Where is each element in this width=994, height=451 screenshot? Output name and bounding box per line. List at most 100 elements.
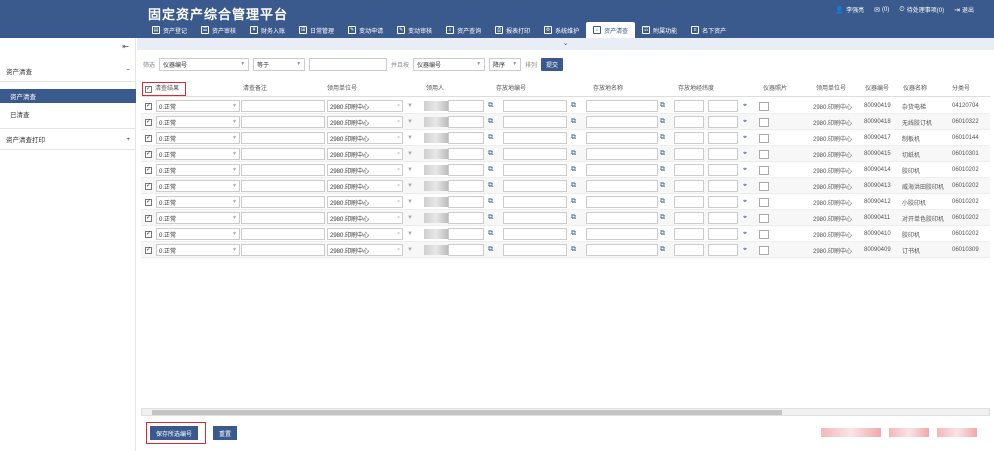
lookup-icon[interactable]: ⧉	[571, 148, 576, 160]
lookup-icon[interactable]: ⧉	[488, 116, 493, 128]
clear-icon[interactable]: ×	[397, 119, 400, 125]
clear-icon[interactable]: ×	[397, 167, 400, 173]
clear-icon[interactable]: ×	[397, 103, 400, 109]
user-input[interactable]	[448, 100, 484, 112]
clear-icon[interactable]: ×	[397, 247, 400, 253]
result-select[interactable]: 0.正常 ▼	[156, 212, 240, 224]
nav-tab-extra[interactable]: ☷ 附属功能	[635, 22, 684, 38]
unit-select[interactable]: 2980.印刷中心 ×	[327, 132, 403, 144]
reset-button[interactable]: 重置	[213, 426, 238, 440]
nav-tab-finance[interactable]: ¥ 财务入账	[243, 22, 292, 38]
location-code-input[interactable]	[503, 244, 567, 256]
unit-select[interactable]: 2980.印刷中心 ×	[327, 148, 403, 160]
lookup-icon[interactable]: ⧉	[571, 164, 576, 176]
clear-icon[interactable]: ×	[397, 183, 400, 189]
lookup-icon[interactable]: ⧉	[488, 132, 493, 144]
lookup-icon[interactable]: ⧉	[660, 196, 665, 208]
lookup-icon[interactable]: ⧉	[488, 148, 493, 160]
nav-tab-system[interactable]: ⚙ 系统维护	[537, 22, 586, 38]
latitude-input[interactable]	[708, 100, 738, 112]
lookup-icon[interactable]: ⧉	[488, 180, 493, 192]
row-checkbox[interactable]: ✓	[145, 246, 152, 254]
location-code-input[interactable]	[503, 116, 567, 128]
longitude-input[interactable]	[674, 228, 704, 240]
column-header[interactable]: 存放地经纬度	[678, 82, 714, 97]
column-header[interactable]: 仪器照片	[763, 82, 787, 97]
longitude-input[interactable]	[674, 116, 704, 128]
remark-input[interactable]	[241, 212, 325, 224]
remark-input[interactable]	[241, 100, 325, 112]
user-bar-item[interactable]: ⏲ 待处理事项(0)	[899, 5, 944, 15]
longitude-input[interactable]	[674, 180, 704, 192]
latitude-input[interactable]	[708, 244, 738, 256]
photo-placeholder-icon[interactable]	[759, 101, 769, 111]
row-checkbox[interactable]: ✓	[145, 134, 152, 142]
scrollbar-thumb[interactable]	[152, 410, 782, 415]
user-input[interactable]	[448, 180, 484, 192]
column-header[interactable]: 清查备注	[243, 82, 267, 97]
lookup-icon[interactable]: ⧉	[571, 212, 576, 224]
chevron-down-icon[interactable]: ▼	[407, 244, 413, 256]
column-header[interactable]: 存放地名称	[593, 82, 623, 97]
user-input[interactable]	[448, 196, 484, 208]
lookup-icon[interactable]: ⧉	[660, 228, 665, 240]
location-name-input[interactable]	[586, 148, 658, 160]
user-input[interactable]	[448, 132, 484, 144]
user-input[interactable]	[448, 228, 484, 240]
location-name-input[interactable]	[586, 212, 658, 224]
row-checkbox[interactable]: ✓	[145, 150, 152, 158]
result-select[interactable]: 0.正常 ▼	[156, 116, 240, 128]
latitude-input[interactable]	[708, 132, 738, 144]
lookup-icon[interactable]: ⧉	[660, 132, 665, 144]
latitude-input[interactable]	[708, 196, 738, 208]
nav-tab-check[interactable]: ⌂ 资产清查	[586, 22, 636, 38]
user-bar-item[interactable]: 👤 李强亮	[835, 5, 864, 15]
chevron-down-icon[interactable]: ▼	[407, 196, 413, 208]
latitude-input[interactable]	[708, 212, 738, 224]
row-checkbox[interactable]: ✓	[145, 182, 152, 190]
unit-select[interactable]: 2980.印刷中心 ×	[327, 244, 403, 256]
lookup-icon[interactable]: ⧉	[571, 180, 576, 192]
user-bar-item[interactable]: ✉ (0)	[874, 5, 889, 14]
lookup-icon[interactable]: ⧉	[488, 212, 493, 224]
remark-input[interactable]	[241, 164, 325, 176]
filter-value-input[interactable]	[309, 57, 388, 71]
longitude-input[interactable]	[674, 196, 704, 208]
sidebar-item-checked[interactable]: 已清查	[0, 107, 136, 121]
result-select[interactable]: 0.正常 ▼	[156, 196, 240, 208]
clear-icon[interactable]: ×	[397, 215, 400, 221]
submit-button[interactable]: 提交	[541, 57, 564, 71]
lookup-icon[interactable]: ⧉	[660, 164, 665, 176]
nav-tab-change-review[interactable]: ✎ 变动审核	[390, 22, 439, 38]
column-header[interactable]: 领用人	[426, 82, 444, 97]
lookup-icon[interactable]: ⧉	[571, 100, 576, 112]
lookup-icon[interactable]: ⧉	[660, 148, 665, 160]
user-input[interactable]	[448, 212, 484, 224]
location-code-input[interactable]	[503, 148, 567, 160]
photo-placeholder-icon[interactable]	[759, 229, 769, 239]
column-header[interactable]: 仪器名称	[903, 82, 927, 97]
chevron-down-icon[interactable]: ▼	[407, 148, 413, 160]
lookup-icon[interactable]: ⧉	[571, 244, 576, 256]
location-name-input[interactable]	[586, 132, 658, 144]
row-checkbox[interactable]: ✓	[145, 214, 152, 222]
longitude-input[interactable]	[674, 148, 704, 160]
nav-tab-query[interactable]: ⌕ 资产查询	[439, 22, 488, 38]
column-header[interactable]: 存放地编号	[496, 82, 526, 97]
longitude-input[interactable]	[674, 100, 704, 112]
photo-placeholder-icon[interactable]	[759, 133, 769, 143]
map-pin-icon[interactable]: ⌖	[743, 180, 747, 192]
clear-icon[interactable]: ×	[397, 199, 400, 205]
row-checkbox[interactable]: ✓	[145, 118, 152, 126]
lookup-icon[interactable]: ⧉	[571, 132, 576, 144]
map-pin-icon[interactable]: ⌖	[743, 164, 747, 176]
row-checkbox[interactable]: ✓	[145, 230, 152, 238]
latitude-input[interactable]	[708, 180, 738, 192]
location-name-input[interactable]	[586, 244, 658, 256]
lookup-icon[interactable]: ⧉	[660, 100, 665, 112]
map-pin-icon[interactable]: ⌖	[743, 228, 747, 240]
remark-input[interactable]	[241, 180, 325, 192]
location-code-input[interactable]	[503, 212, 567, 224]
filter-operator-select[interactable]: 等于 ▼	[253, 57, 306, 71]
photo-placeholder-icon[interactable]	[759, 213, 769, 223]
